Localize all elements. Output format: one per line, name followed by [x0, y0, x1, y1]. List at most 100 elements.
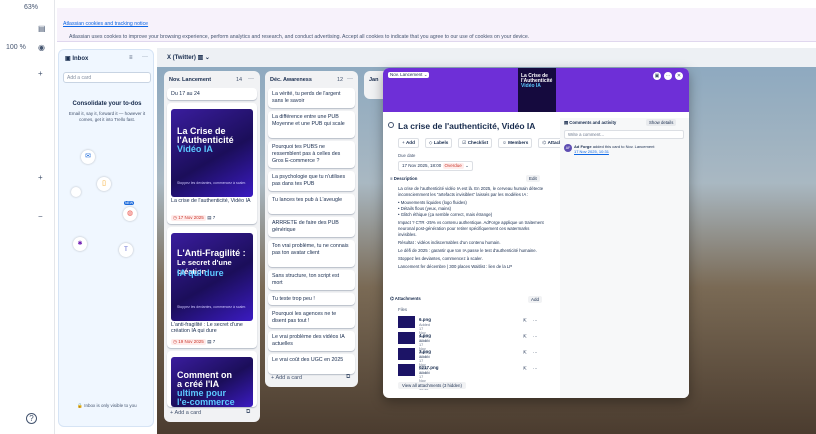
list-item[interactable]: La vérité, tu perds de l'argent sans le … [268, 88, 355, 108]
members-button[interactable]: ☺ Members [498, 138, 533, 148]
comment-input[interactable]: Write a comment... [564, 130, 684, 139]
more-icon[interactable]: ··· [142, 54, 148, 60]
edit-button[interactable]: Edit [526, 175, 540, 182]
due-date-button[interactable]: 17 Nov 2025, 18:00 Overdue ⌄ [398, 161, 473, 171]
list-title[interactable]: Nov. Lancement [169, 77, 211, 83]
inbox-footer: 🔒 Inbox is only visible to you [77, 403, 137, 408]
list-item[interactable]: Pourquoi les agences ne te disent pas to… [268, 308, 355, 328]
list-item[interactable]: La psychologie que tu n'utilises pas dan… [268, 171, 355, 191]
card-title[interactable]: La crise de l'authenticité, Vidéo IA [398, 121, 535, 131]
cover-text: Vidéo IA [177, 144, 213, 154]
card-badges: ◷ 19 Nov 2025 ▤ 7 [171, 338, 215, 346]
due-label: Due date [398, 153, 416, 158]
list-item[interactable]: Le vrai problème des vidéos IA actuelles [268, 331, 355, 351]
list-dec: Déc. Awareness 12 ··· La vérité, tu perd… [265, 71, 358, 387]
list-title[interactable]: Déc. Awareness [270, 77, 312, 83]
template-icon[interactable]: ⧉ [246, 409, 250, 416]
show-details-button[interactable]: Show details [646, 119, 677, 126]
description-body: La crise de l'authenticité vidéo IA est … [398, 186, 548, 272]
view-all-attachments-button[interactable]: View all attachments (3 hidden) [398, 382, 466, 389]
lock-icon: 🔒 [77, 403, 84, 408]
close-icon[interactable]: ✕ [675, 72, 683, 80]
template-icon[interactable]: ⧉ [346, 374, 350, 381]
labels-button[interactable]: ◇ Labels [424, 138, 453, 148]
cover-text: L'Anti-Fragilité : [177, 248, 246, 258]
list-item[interactable]: Sans structure, ton script est mort [268, 270, 355, 290]
zoom-percent[interactable]: 100 % [6, 44, 26, 51]
list-item[interactable]: ARRRETE de faire des PUB générique [268, 217, 355, 237]
add-card-button[interactable]: + Add a card [170, 410, 201, 416]
cookie-text: Atlassian uses cookies to improve your b… [63, 21, 530, 40]
filter-icon[interactable]: ≡ [129, 55, 133, 61]
attachment-thumb [398, 332, 415, 344]
list-item[interactable]: Ton vrai problème, tu ne connais pas ton… [268, 240, 355, 267]
cookie-link[interactable]: Atlassian cookies and tracking notice [63, 21, 148, 27]
more-icon[interactable]: ⋯ [533, 334, 538, 340]
more-icon[interactable]: ··· [347, 76, 353, 82]
comments-label: ▤ Comments and activity [564, 120, 617, 125]
list-title[interactable]: Jan [369, 77, 378, 83]
list-item[interactable]: Pourquoi tes PUBS ne ressemblent pas à c… [268, 141, 355, 168]
board-title[interactable]: X (Twitter) ▥ ⌄ [167, 54, 210, 61]
activity-entry: Ad Forge added this card to Nov. Lanceme… [574, 144, 655, 154]
card-actions: + Add ◇ Labels ☑ Checklist ☺ Members ⌬ A… [398, 138, 577, 148]
more-icon[interactable]: ⋯ [533, 318, 538, 324]
add-button[interactable]: + Add [398, 138, 419, 148]
list-item[interactable]: L'Anti-Fragilité : Le secret d'une créat… [167, 227, 257, 348]
desc-paragraph: Lancement fer décembre | 300 places Wait… [398, 264, 513, 269]
checklist-button[interactable]: ☑ Checklist [458, 138, 493, 148]
minus-icon[interactable]: − [38, 212, 43, 221]
card-cover: L'Anti-Fragilité : Le secret d'une créat… [171, 233, 253, 321]
inbox-panel: ▣ Inbox ≡ ··· Add a card Consolidate you… [58, 49, 154, 427]
cover-text: l'e-commerce [177, 397, 235, 407]
cover-icon[interactable]: ▣ [653, 72, 661, 80]
cover-sub: Stoppez les deviantes, commencez à scale… [177, 305, 247, 309]
cookie-banner: Atlassian uses cookies to improve your b… [57, 8, 816, 42]
desc-paragraph: Résultat : vidéos indiscernables d'un co… [398, 240, 501, 245]
list-item[interactable]: Tu teste trop peu ! [268, 293, 355, 305]
more-icon[interactable]: ··· [248, 76, 254, 82]
cover-sub: Stoppez les deviantes, commencez à scale… [177, 181, 247, 185]
slack-icon [71, 187, 81, 197]
card-title: La crise de l'authenticité, Vidéo IA [171, 198, 251, 204]
plus-icon[interactable]: + [38, 69, 43, 78]
more-icon[interactable]: ⋯ [533, 366, 538, 372]
eye-icon[interactable]: ◉ [38, 43, 45, 52]
complete-checkbox[interactable] [388, 122, 394, 128]
list-item[interactable]: Comment on a créé l'IA ultime pour l'e-c… [167, 351, 257, 407]
list-item[interactable]: La différence entre une PUB Moyenne et u… [268, 111, 355, 138]
list-item[interactable]: Du 17 au 24 [167, 88, 257, 100]
more-icon[interactable]: ⋯ [664, 72, 672, 80]
card-title: L'anti-fragilité : Le secret d'une créat… [171, 322, 243, 334]
card-cover: La Crise de l'Authenticité Vidéo IA Stop… [171, 109, 253, 197]
inbox-add-input[interactable]: Add a card [63, 72, 151, 83]
list-item[interactable]: Le vrai coût des UGC en 2025 [268, 354, 355, 374]
plus-icon[interactable]: + [38, 173, 43, 182]
more-icon[interactable]: ⋯ [533, 350, 538, 356]
attachments-label: ⌬ Attachments [390, 296, 421, 301]
open-icon[interactable]: ⇱ [523, 366, 527, 372]
open-icon[interactable]: ⇱ [523, 318, 527, 324]
inbox-heading: Consolidate your to-dos [72, 101, 142, 107]
add-attachment-button[interactable]: Add [528, 296, 543, 303]
attachment-thumb [398, 348, 415, 360]
document-icon[interactable]: ▤ [38, 24, 46, 33]
card-badges: ◷ 17 Nov 2025 ▤ 7 [171, 214, 215, 222]
modal-cover: Nov. Lancement ⌄ La Crise de l'Authentic… [383, 68, 689, 112]
open-icon[interactable]: ⇱ [523, 334, 527, 340]
desc-bullet: • Mouvements liquides (logo fluides) • Dé… [398, 200, 493, 217]
add-card-button[interactable]: + Add a card [271, 375, 302, 381]
modal-cover-image: La Crise de l'Authenticité Vidéo IA [518, 68, 556, 112]
zoom-level[interactable]: 63% [24, 4, 38, 11]
overdue-badge: Overdue [442, 163, 464, 169]
list-pill[interactable]: Nov. Lancement ⌄ [388, 72, 430, 78]
board-view-icon[interactable]: ▥ ⌄ [198, 55, 210, 61]
list-item[interactable]: La Crise de l'Authenticité Vidéo IA Stop… [167, 103, 257, 224]
list-item[interactable]: Tu lances tes pub à L'aveugle [268, 194, 355, 214]
open-icon[interactable]: ⇱ [523, 350, 527, 356]
checklist-badge: ▤ 7 [207, 215, 216, 220]
help-icon[interactable]: ? [26, 413, 37, 424]
attachment-name: 0217.png [419, 365, 439, 370]
phone-icon: ▯ [97, 177, 111, 191]
activity-time[interactable]: 17 Nov 2025, 10:31 [574, 149, 609, 154]
